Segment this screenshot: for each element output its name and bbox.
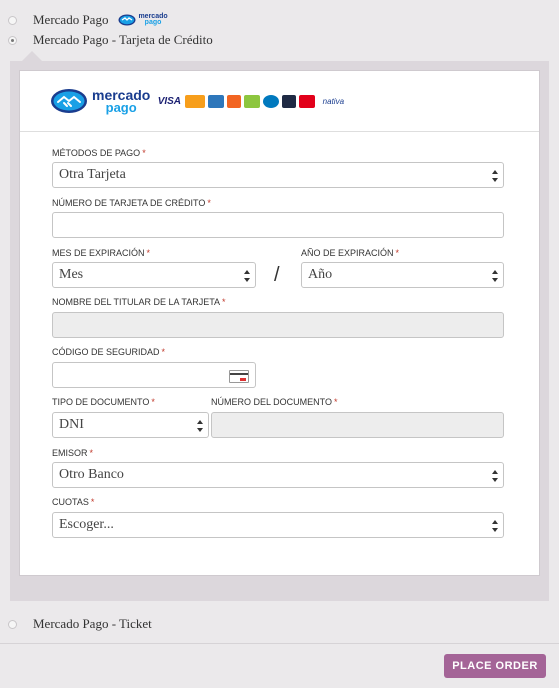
select-arrows-icon <box>244 270 250 282</box>
mes-select[interactable]: Mes <box>52 262 256 288</box>
radio-mercado-pago[interactable] <box>8 15 17 25</box>
required-mark: * <box>395 248 400 258</box>
emisor-value: Otro Banco <box>59 467 124 482</box>
doc-number-input[interactable] <box>211 412 504 438</box>
required-mark: * <box>207 198 211 208</box>
numero-label-text: NÚMERO DE TARJETA DE CRÉDITO <box>52 198 206 208</box>
card-number-input[interactable] <box>52 212 504 238</box>
metodos-select[interactable]: Otra Tarjeta <box>52 162 504 188</box>
codigo-label-text: CÓDIGO DE SEGURIDAD <box>52 347 160 357</box>
credit-card-form-card: mercado pago VISA nativa MÉTODOS DE PAGO… <box>19 70 540 576</box>
place-order-button[interactable]: PLACE ORDER <box>444 654 546 678</box>
anio-value: Año <box>308 267 333 282</box>
numero-label: NÚMERO DE TARJETA DE CRÉDITO * <box>52 198 211 208</box>
anio-select[interactable]: Año <box>301 262 504 288</box>
anio-label-text: AÑO DE EXPIRACIÓN <box>301 248 394 258</box>
required-mark: * <box>90 497 95 507</box>
required-mark: * <box>142 148 146 158</box>
emisor-label: EMISOR * <box>52 448 93 458</box>
emisor-select[interactable]: Otro Banco <box>52 462 504 488</box>
handshake-icon <box>118 14 136 26</box>
visa-logo: VISA <box>157 95 182 107</box>
mini-logo-text-2: pago <box>144 19 162 26</box>
select-arrows-icon <box>492 470 498 482</box>
mes-value: Mes <box>59 267 84 282</box>
panel-pointer <box>22 51 42 61</box>
cabal-logo <box>244 94 261 108</box>
cuotas-label: CUOTAS * <box>52 497 94 507</box>
tipo-doc-select[interactable]: DNI <box>52 412 209 438</box>
cuotas-value: Escoger... <box>59 517 114 532</box>
cuotas-select[interactable]: Escoger... <box>52 512 504 538</box>
select-arrows-icon <box>492 170 498 182</box>
cmr-logo <box>282 94 297 108</box>
diners-logo <box>263 94 280 108</box>
mes-label: MES DE EXPIRACIÓN * <box>52 248 150 258</box>
cuotas-label-text: CUOTAS <box>52 497 89 507</box>
credit-card-panel: mercado pago VISA nativa MÉTODOS DE PAGO… <box>10 61 549 601</box>
select-arrows-icon <box>197 420 203 432</box>
payment-option-ticket[interactable]: Mercado Pago - Ticket <box>0 616 559 632</box>
payment-option-tarjeta[interactable]: Mercado Pago - Tarjeta de Crédito <box>0 32 559 48</box>
naranja-logo <box>227 94 242 108</box>
required-mark: * <box>89 448 94 458</box>
metodos-label-text: MÉTODOS DE PAGO <box>52 148 141 158</box>
radio-tarjeta[interactable] <box>8 35 17 45</box>
mes-label-text: MES DE EXPIRACIÓN <box>52 248 145 258</box>
tipo-doc-value: DNI <box>59 417 84 432</box>
metodos-value: Otra Tarjeta <box>59 167 126 182</box>
security-code-input[interactable] <box>52 362 256 388</box>
payment-option-mercado-pago[interactable]: Mercado Pago mercado pago <box>0 12 559 28</box>
required-mark: * <box>146 248 151 258</box>
card-header: mercado pago VISA nativa <box>20 71 539 132</box>
divider <box>0 643 559 644</box>
payment-option-label: Mercado Pago - Tarjeta de Crédito <box>33 32 213 47</box>
select-arrows-icon <box>492 270 498 282</box>
titular-label: NOMBRE DEL TITULAR DE LA TARJETA * <box>52 297 226 307</box>
required-mark: * <box>161 347 166 357</box>
amex-logo <box>208 94 225 108</box>
payment-option-label: Mercado Pago <box>33 12 109 27</box>
argencard-logo <box>299 94 316 108</box>
codigo-label: CÓDIGO DE SEGURIDAD * <box>52 347 165 357</box>
anio-label: AÑO DE EXPIRACIÓN * <box>301 248 399 258</box>
mastercard-logo <box>185 94 206 108</box>
emisor-label-text: EMISOR <box>52 448 88 458</box>
select-arrows-icon <box>492 520 498 532</box>
required-mark: * <box>334 397 338 407</box>
cvv-card-icon <box>229 370 249 383</box>
payment-option-label: Mercado Pago - Ticket <box>33 616 152 631</box>
mercado-pago-logo: mercado pago <box>50 88 150 114</box>
required-mark: * <box>151 397 155 407</box>
radio-ticket[interactable] <box>8 619 17 629</box>
nativa-logo: nativa <box>322 96 345 106</box>
tipo-doc-label-text: TIPO DE DOCUMENTO <box>52 397 150 407</box>
mercado-pago-mini-logo: mercado pago <box>118 13 168 26</box>
titular-label-text: NOMBRE DEL TITULAR DE LA TARJETA <box>52 297 221 307</box>
date-separator: / <box>274 264 280 286</box>
card-logos: VISA nativa <box>156 94 351 108</box>
brand-text-2: pago <box>105 99 137 115</box>
tipo-doc-label: TIPO DE DOCUMENTO * <box>52 397 155 407</box>
required-mark: * <box>222 297 226 307</box>
handshake-icon <box>51 89 87 113</box>
metodos-label: MÉTODOS DE PAGO * <box>52 148 146 158</box>
titular-input[interactable] <box>52 312 504 338</box>
num-doc-label-text: NÚMERO DEL DOCUMENTO <box>211 397 333 407</box>
num-doc-label: NÚMERO DEL DOCUMENTO * <box>211 397 338 407</box>
